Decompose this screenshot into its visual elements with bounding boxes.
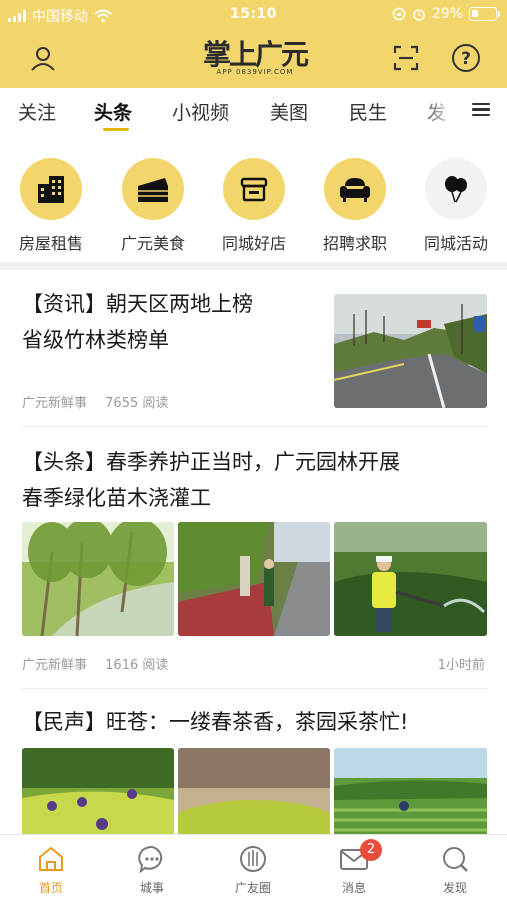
home-icon [39, 846, 63, 871]
building-icon [38, 176, 64, 203]
article-reads: 1616 阅读 [105, 658, 169, 673]
article-title: 【民声】旺苍：一缕春茶香，茶园采茶忙! [22, 710, 409, 734]
shop-icon [240, 177, 268, 202]
nav-friends-circle[interactable]: 广友圈 [213, 843, 293, 896]
app-header: 掌上广元 APP 0839VIP.COM ? [0, 30, 507, 88]
alarm-icon [413, 9, 425, 21]
article-card-3[interactable]: 【民声】旺苍：一缕春茶香，茶园采茶忙! [22, 704, 487, 740]
category-shops[interactable]: 同城好店 [207, 158, 301, 254]
circle-icon [240, 846, 266, 872]
unread-badge: 2 [360, 839, 382, 861]
scan-icon[interactable] [388, 40, 424, 76]
article-image-3[interactable] [334, 522, 487, 636]
active-tab-underline [103, 128, 129, 131]
article-card-1[interactable]: 【资讯】朝天区两地上榜 省级竹林类榜单 [22, 286, 322, 358]
tab-short-video[interactable]: 小视频 [172, 98, 229, 125]
feed-separator [22, 688, 487, 689]
tab-follow[interactable]: 关注 [18, 98, 56, 125]
discover-icon [443, 847, 468, 872]
battery-text: 29% [431, 6, 463, 22]
nav-city-affairs[interactable]: 城事 [112, 843, 192, 896]
article-title-line2: 春季绿化苗木浇灌工 [22, 486, 211, 510]
nav-label: 广友圈 [234, 881, 271, 895]
channel-tabs: 关注 头条 小视频 美图 民生 发 [0, 88, 507, 134]
article-title: 【资讯】朝天区两地上榜 [22, 292, 253, 316]
nav-label: 消息 [341, 881, 366, 895]
bottom-navigation: 首页 城事 广友圈 2 消息 发现 [0, 834, 507, 900]
article-image-3[interactable] [334, 748, 487, 834]
article-image-2[interactable] [178, 522, 330, 636]
category-label: 同城活动 [423, 234, 488, 253]
nav-label: 首页 [38, 881, 63, 895]
nav-messages[interactable]: 2 消息 [314, 839, 394, 896]
category-events[interactable]: 同城活动 [409, 158, 503, 254]
tab-photos[interactable]: 美图 [270, 98, 308, 125]
nav-discover[interactable]: 发现 [415, 843, 495, 896]
feed-separator [22, 426, 487, 427]
category-label: 房屋租售 [18, 234, 83, 253]
cake-icon [138, 178, 168, 202]
nav-label: 发现 [442, 881, 467, 895]
category-label: 同城好店 [221, 234, 286, 253]
help-icon[interactable]: ? [448, 40, 484, 76]
category-house-rent[interactable]: 房屋租售 [4, 158, 98, 254]
article-image-1[interactable] [22, 522, 174, 636]
lock-rotation-icon [392, 7, 406, 21]
svg-text:?: ? [461, 49, 471, 69]
balloons-icon [445, 176, 467, 203]
nav-label: 城事 [139, 881, 164, 895]
article-thumbnail[interactable] [334, 294, 487, 408]
battery-icon [469, 7, 500, 21]
category-jobs[interactable]: 招聘求职 [308, 158, 402, 254]
chat-icon [138, 845, 163, 874]
article-meta: 广元新鲜事 7655 阅读 [22, 392, 182, 411]
section-divider [0, 262, 507, 270]
article-time: 1小时前 [437, 658, 485, 673]
article-reads: 7655 阅读 [105, 396, 169, 411]
category-shortcuts: 房屋租售 广元美食 同城好店 招聘求职 同城活动 [0, 134, 507, 260]
article-title: 【头条】春季养护正当时，广元园林开展 [22, 450, 400, 474]
article-image-2[interactable] [178, 748, 330, 834]
user-icon[interactable] [25, 40, 61, 76]
tab-headlines[interactable]: 头条 [94, 98, 132, 125]
category-food[interactable]: 广元美食 [106, 158, 200, 254]
category-label: 招聘求职 [322, 234, 387, 253]
article-title-line2: 省级竹林类榜单 [22, 328, 169, 352]
nav-home[interactable]: 首页 [11, 843, 91, 896]
status-bar: 中国移动 15:10 29% [0, 0, 507, 30]
article-source: 广元新鲜事 [22, 396, 88, 411]
tab-livelihood[interactable]: 民生 [349, 98, 387, 125]
article-source: 广元新鲜事 [22, 658, 88, 673]
article-meta: 广元新鲜事 1616 阅读 [22, 654, 182, 673]
article-card-2[interactable]: 【头条】春季养护正当时，广元园林开展 春季绿化苗木浇灌工 [22, 444, 487, 516]
sofa-icon [340, 178, 370, 202]
top-bar: 中国移动 15:10 29% 掌上广元 APP 0839VIP.COM ? [0, 0, 507, 88]
article-image-1[interactable] [22, 748, 174, 834]
category-label: 广元美食 [120, 234, 185, 253]
hamburger-icon[interactable] [468, 100, 496, 122]
app-logo: 掌上广元 APP 0839VIP.COM [202, 38, 309, 76]
